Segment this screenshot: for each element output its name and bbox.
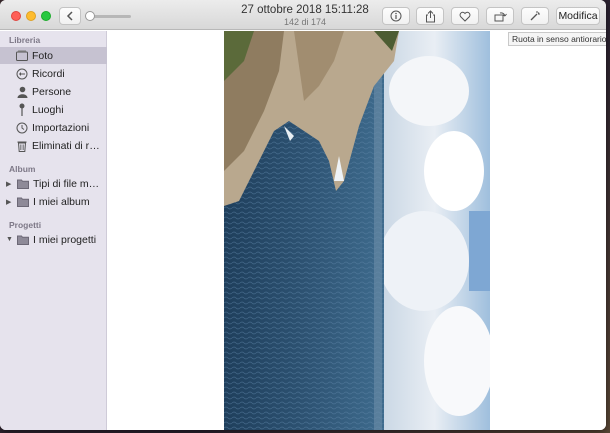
rotate-button[interactable] — [486, 7, 514, 25]
sidebar-item-label: Tipi di file mu... — [33, 177, 103, 190]
magic-wand-icon — [529, 10, 541, 22]
photo-count: 142 di 174 — [283, 17, 327, 27]
sidebar-item-photos[interactable]: Foto — [0, 47, 107, 64]
sidebar-item-media-types[interactable]: ▶ Tipi di file mu... — [0, 175, 107, 192]
minimize-window-button[interactable] — [26, 11, 36, 21]
disclosure-right-icon[interactable]: ▶ — [6, 198, 14, 206]
sidebar-item-memories[interactable]: Ricordi — [0, 65, 107, 82]
zoom-slider-knob[interactable] — [85, 11, 95, 21]
heart-icon — [459, 11, 471, 22]
disclosure-right-icon[interactable]: ▶ — [6, 180, 14, 188]
section-albums: Album — [9, 164, 36, 174]
sidebar-item-label: Luoghi — [32, 103, 64, 116]
close-window-button[interactable] — [11, 11, 21, 21]
photo-date: 27 ottobre 2018 15:11:28 — [241, 4, 369, 16]
sidebar-item-label: I miei album — [33, 195, 90, 208]
sidebar-item-my-albums[interactable]: ▶ I miei album — [0, 193, 107, 210]
sidebar-item-label: Foto — [32, 49, 54, 62]
sidebar-item-imports[interactable]: Importazioni — [0, 119, 107, 136]
section-projects: Progetti — [9, 220, 42, 230]
share-button[interactable] — [416, 7, 444, 25]
pin-icon — [15, 103, 29, 117]
person-icon — [15, 85, 29, 99]
sidebar-item-my-projects[interactable]: ▼ I miei progetti — [0, 231, 107, 248]
chevron-left-icon — [66, 11, 74, 21]
sidebar-item-label: Persone — [32, 85, 72, 98]
section-library: Libreria — [9, 35, 41, 45]
favorite-button[interactable] — [451, 7, 479, 25]
toolbar: 27 ottobre 2018 15:11:28 142 di 174 Modi… — [0, 0, 606, 30]
sidebar-item-label: I miei progetti — [33, 233, 97, 246]
disclosure-down-icon[interactable]: ▼ — [6, 236, 14, 243]
rotate-counterclockwise-icon — [494, 10, 507, 22]
zoom-slider[interactable] — [85, 11, 131, 21]
sidebar-item-recently-deleted[interactable]: Eliminati di re... — [0, 137, 107, 154]
photo-viewer — [108, 31, 606, 430]
rotate-tooltip: Ruota in senso antiorario — [508, 32, 606, 46]
sidebar-item-places[interactable]: Luoghi — [0, 101, 107, 118]
info-icon — [390, 10, 402, 22]
sidebar-item-label: Ricordi — [32, 67, 65, 80]
info-button[interactable] — [382, 7, 410, 25]
clock-icon — [15, 121, 29, 135]
folder-icon — [16, 195, 30, 209]
memories-icon — [15, 67, 29, 81]
trash-icon — [15, 139, 29, 153]
sidebar-item-people[interactable]: Persone — [0, 83, 107, 100]
enhance-button[interactable] — [521, 7, 549, 25]
photo-image[interactable] — [224, 31, 490, 430]
photos-icon — [15, 49, 29, 63]
back-button[interactable] — [59, 7, 81, 25]
share-icon — [425, 9, 436, 23]
folder-icon — [16, 233, 30, 247]
maximize-window-button[interactable] — [41, 11, 51, 21]
edit-button[interactable]: Modifica — [556, 7, 600, 25]
sidebar: Libreria Foto Ricordi Persone Luoghi Imp… — [0, 31, 107, 430]
folder-icon — [16, 177, 30, 191]
sidebar-item-label: Importazioni — [32, 121, 90, 134]
sidebar-item-label: Eliminati di re... — [32, 139, 102, 152]
photos-window: 27 ottobre 2018 15:11:28 142 di 174 Modi… — [0, 0, 606, 430]
